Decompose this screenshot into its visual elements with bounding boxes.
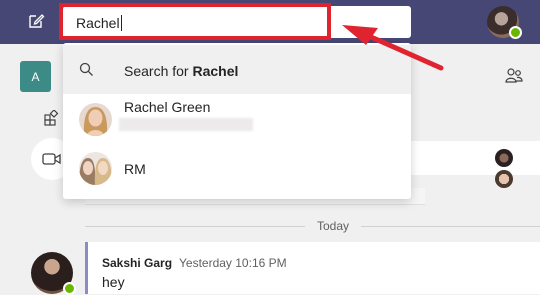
- search-for-prefix: Search for: [124, 63, 193, 79]
- participant-avatar: [495, 149, 513, 167]
- people-icon[interactable]: [504, 67, 524, 85]
- search-for-term: Rachel: [192, 63, 239, 79]
- person-avatar: [79, 103, 112, 136]
- person-name: RM: [124, 161, 146, 177]
- person-name: Rachel Green: [124, 99, 211, 115]
- message-author: Sakshi Garg: [102, 256, 173, 270]
- chat-message[interactable]: Sakshi Garg Yesterday 10:16 PM hey: [85, 242, 540, 294]
- redacted-email: [119, 118, 253, 131]
- meet-now-icon: [42, 153, 61, 165]
- person-suggestion[interactable]: Rachel Green: [63, 95, 411, 147]
- message-timestamp: Yesterday 10:16 PM: [179, 256, 287, 270]
- apps-icon[interactable]: [44, 110, 60, 126]
- highlight-box: [59, 3, 331, 40]
- day-divider-label: Today: [305, 219, 362, 233]
- participant-avatar: [495, 170, 513, 188]
- message-text: hey: [102, 274, 125, 290]
- compose-icon[interactable]: [27, 12, 45, 30]
- presence-available-icon: [63, 282, 76, 295]
- participant-avatars: [495, 149, 540, 191]
- person-suggestion[interactable]: RM: [63, 144, 411, 196]
- team-tile[interactable]: A: [20, 61, 51, 92]
- person-avatar: [79, 152, 112, 185]
- search-icon: [79, 62, 93, 76]
- search-suggestions-dropdown: Search for Rachel Rachel Green RM: [63, 43, 411, 199]
- search-for-suggestion[interactable]: Search for Rachel: [63, 45, 411, 94]
- presence-available-icon: [509, 26, 522, 39]
- team-initial: A: [31, 69, 40, 84]
